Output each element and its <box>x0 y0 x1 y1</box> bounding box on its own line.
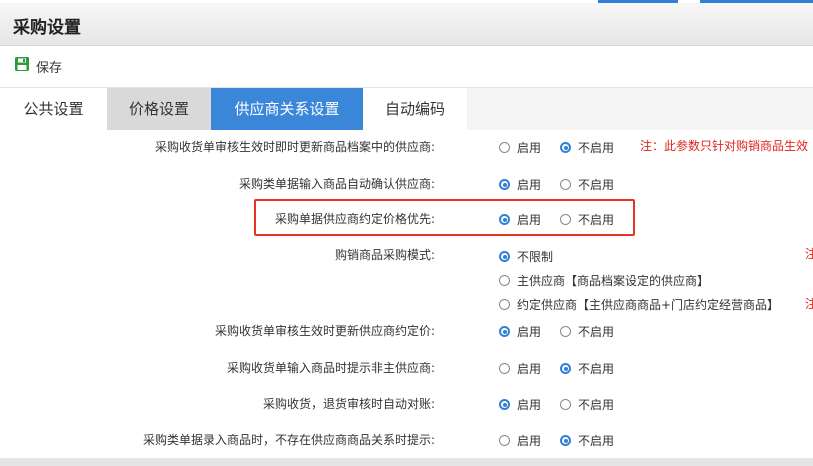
title-bar: 采购设置 <box>0 3 813 46</box>
tab-auto-coding[interactable]: 自动编码 <box>363 88 467 130</box>
radio-label: 不启用 <box>578 141 615 155</box>
radio-disable[interactable]: 不启用 <box>560 432 614 449</box>
radio-label: 启用 <box>517 398 542 412</box>
radio-disable[interactable]: 不启用 <box>560 211 614 228</box>
bottom-scrollbar[interactable] <box>0 458 813 466</box>
radio-label: 启用 <box>517 141 542 155</box>
radio-dot <box>560 179 571 190</box>
tab-public-settings[interactable]: 公共设置 <box>0 88 107 130</box>
radio-disable[interactable]: 不启用 <box>560 323 614 340</box>
radio-label: 启用 <box>517 434 542 448</box>
radio-label: 启用 <box>517 325 542 339</box>
radio-enable[interactable]: 启用 <box>499 323 541 340</box>
radio-dot <box>499 326 510 337</box>
page-title: 采购设置 <box>13 18 81 38</box>
setting-note: 注 <box>805 247 813 261</box>
setting-label: 采购类单据录入商品时，不存在供应商商品关系时提示: <box>142 433 435 447</box>
setting-label: 采购收货单审核生效时更新供应商约定价: <box>214 324 435 338</box>
radio-dot <box>499 251 510 262</box>
save-button[interactable]: 保存 <box>14 56 62 76</box>
radio-label: 约定供应商【主供应商商品+门店约定经营商品】 <box>517 298 780 312</box>
setting-note: 注：此参数只针对购销商品生效 <box>640 139 809 153</box>
tab-price-settings[interactable]: 价格设置 <box>107 88 211 130</box>
radio-dot <box>560 214 571 225</box>
radio-enable[interactable]: 启用 <box>499 432 541 449</box>
radio-main-supplier[interactable]: 主供应商【商品档案设定的供应商】 <box>499 272 709 289</box>
radio-enable[interactable]: 启用 <box>499 396 541 413</box>
radio-disable[interactable]: 不启用 <box>560 139 614 156</box>
radio-label: 不启用 <box>578 325 615 339</box>
radio-disable[interactable]: 不启用 <box>560 396 614 413</box>
floppy-disk-icon <box>14 56 30 76</box>
radio-dot <box>560 326 571 337</box>
toolbar: 保存 <box>0 46 813 86</box>
radio-dot <box>560 435 571 446</box>
radio-enable[interactable]: 启用 <box>499 139 541 156</box>
radio-enable[interactable]: 启用 <box>499 360 541 377</box>
radio-disable[interactable]: 不启用 <box>560 360 614 377</box>
setting-label: 采购收货单输入商品时提示非主供应商: <box>226 361 435 375</box>
radio-contract-supplier[interactable]: 约定供应商【主供应商商品+门店约定经营商品】 <box>499 296 779 313</box>
radio-dot <box>499 435 510 446</box>
radio-enable[interactable]: 启用 <box>499 176 541 193</box>
tab-bar: 公共设置 价格设置 供应商关系设置 自动编码 <box>0 87 813 131</box>
radio-dot <box>499 399 510 410</box>
radio-dot <box>560 399 571 410</box>
setting-label: 购销商品采购模式: <box>334 248 435 262</box>
radio-disable[interactable]: 不启用 <box>560 176 614 193</box>
save-label: 保存 <box>36 60 63 76</box>
tab-supplier-relation-settings[interactable]: 供应商关系设置 <box>211 88 363 130</box>
radio-label: 不启用 <box>578 178 615 192</box>
radio-label: 启用 <box>517 213 542 227</box>
setting-label: 采购收货，退货审核时自动对账: <box>262 397 435 411</box>
radio-dot <box>499 142 510 153</box>
radio-no-limit[interactable]: 不限制 <box>499 248 553 265</box>
radio-dot <box>499 275 510 286</box>
radio-dot <box>560 363 571 374</box>
radio-dot <box>499 179 510 190</box>
setting-label: 采购类单据输入商品自动确认供应商: <box>238 177 435 191</box>
radio-enable[interactable]: 启用 <box>499 211 541 228</box>
radio-label: 主供应商【商品档案设定的供应商】 <box>517 274 710 288</box>
radio-dot <box>499 214 510 225</box>
setting-note: 注 <box>805 297 813 311</box>
radio-label: 不启用 <box>578 434 615 448</box>
radio-label: 不启用 <box>578 362 615 376</box>
radio-dot <box>499 299 510 310</box>
setting-label: 采购收货单审核生效时即时更新商品档案中的供应商: <box>154 140 435 154</box>
settings-panel: 采购收货单审核生效时即时更新商品档案中的供应商: 启用 不启用 注：此参数只针对… <box>0 130 813 466</box>
radio-label: 启用 <box>517 178 542 192</box>
radio-dot <box>560 142 571 153</box>
radio-dot <box>499 363 510 374</box>
radio-label: 不限制 <box>517 250 554 264</box>
setting-label: 采购单据供应商约定价格优先: <box>274 212 435 226</box>
radio-label: 不启用 <box>578 213 615 227</box>
radio-label: 不启用 <box>578 398 615 412</box>
radio-label: 启用 <box>517 362 542 376</box>
